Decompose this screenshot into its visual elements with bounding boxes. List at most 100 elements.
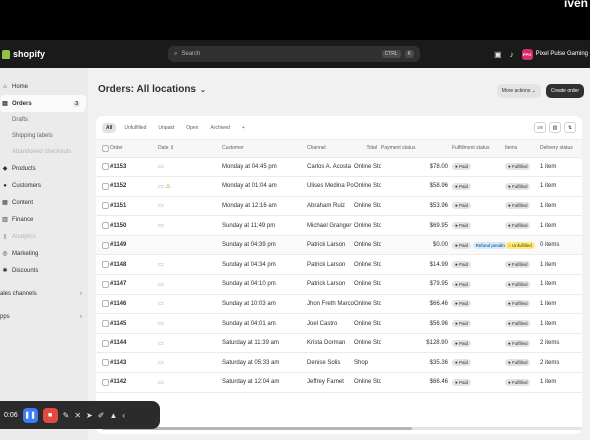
chevron-right-icon: › bbox=[80, 313, 82, 320]
search-filter-button[interactable]: ⌕≡ bbox=[534, 122, 546, 133]
table-row[interactable]: #1151 ▭ Monday at 12:16 am Abraham Ruiz Onli… bbox=[96, 196, 582, 217]
column-header-delivery[interactable]: Delivery status bbox=[540, 140, 582, 158]
sidebar-item-discounts[interactable]: ✱ Discounts bbox=[0, 262, 88, 279]
column-header-order[interactable]: Order bbox=[110, 140, 158, 158]
page-title-selector[interactable]: Orders: All locations ⌄ bbox=[98, 84, 206, 95]
cursor-icon[interactable]: ➤ bbox=[86, 411, 93, 420]
order-items[interactable]: 1 item bbox=[540, 372, 582, 393]
row-checkbox[interactable] bbox=[102, 182, 109, 190]
order-number[interactable]: #1143 bbox=[110, 352, 158, 374]
column-header-payment[interactable]: Payment status bbox=[381, 140, 452, 158]
row-checkbox[interactable] bbox=[102, 241, 109, 249]
order-number[interactable]: #1151 bbox=[110, 196, 158, 217]
order-number[interactable]: #1149 bbox=[110, 235, 158, 256]
order-number[interactable]: #1144 bbox=[110, 333, 158, 354]
column-header-fulfillment[interactable]: Fulfillment status bbox=[452, 140, 505, 158]
tab-unfulfilled[interactable]: Unfulfilled bbox=[120, 123, 150, 133]
tab-unpaid[interactable]: Unpaid bbox=[154, 123, 178, 133]
row-checkbox[interactable] bbox=[102, 280, 109, 288]
store-switcher[interactable]: PPG Pixel Pulse Gaming bbox=[521, 48, 588, 60]
table-row[interactable]: #1146 ▭ Sunday at 10:03 am Jhon Freth Marco… bbox=[96, 294, 582, 315]
order-items[interactable]: 1 item bbox=[540, 274, 582, 295]
row-checkbox[interactable] bbox=[102, 261, 109, 269]
table-row[interactable]: #1144 ▭ Saturday at 11:39 am Krista Dorman O… bbox=[96, 333, 582, 354]
pen-icon[interactable]: ✐ bbox=[98, 411, 105, 420]
table-row[interactable]: #1142 ▭ Saturday at 12:04 am Jeffrey Farnet… bbox=[96, 372, 582, 393]
column-header-channel[interactable]: Channel bbox=[307, 140, 354, 158]
order-items[interactable]: 1 item bbox=[540, 196, 582, 217]
order-number[interactable]: #1142 bbox=[110, 372, 158, 393]
table-row[interactable]: #1148 ▭ Sunday at 04:34 pm Patrick Larson On… bbox=[96, 254, 582, 276]
table-row[interactable]: #1149 Sunday at 04:39 pm Patrick Larson Onl… bbox=[96, 235, 582, 256]
order-items[interactable]: 1 item bbox=[540, 215, 582, 236]
row-checkbox[interactable] bbox=[102, 300, 109, 308]
row-checkbox[interactable] bbox=[102, 163, 109, 171]
order-number[interactable]: #1153 bbox=[110, 157, 158, 178]
sidebar-item-home[interactable]: ⌂ Home bbox=[0, 78, 88, 95]
order-items[interactable]: 0 items bbox=[540, 235, 582, 256]
horizontal-scrollbar[interactable] bbox=[102, 427, 582, 430]
order-items[interactable]: 2 items bbox=[540, 333, 582, 354]
order-number[interactable]: #1152 bbox=[110, 176, 158, 197]
more-actions-button[interactable]: More actions ⌄ bbox=[496, 84, 541, 98]
row-checkbox[interactable] bbox=[102, 202, 109, 210]
row-checkbox[interactable] bbox=[102, 339, 109, 347]
row-checkbox[interactable] bbox=[102, 320, 109, 327]
order-items[interactable]: 1 item bbox=[540, 294, 582, 315]
table-row[interactable]: #1147 ▭ Sunday at 04:10 pm Patrick Larson On… bbox=[96, 274, 582, 295]
row-checkbox[interactable] bbox=[102, 378, 109, 386]
camera-off-icon[interactable]: ✕ bbox=[74, 411, 81, 420]
column-header-total[interactable]: Total bbox=[354, 140, 381, 158]
order-number[interactable]: #1150 bbox=[110, 215, 158, 236]
column-header-date[interactable]: Date ⇕ bbox=[158, 140, 222, 158]
order-number[interactable]: #1145 bbox=[110, 313, 158, 334]
table-row[interactable]: #1152 ▭ ⚠ Monday at 01:04 am Ulises Medina … bbox=[96, 176, 582, 197]
order-items[interactable]: 1 item bbox=[540, 157, 582, 178]
bell-icon[interactable]: ♪ bbox=[510, 50, 514, 59]
shopify-logo[interactable]: shopify bbox=[2, 49, 168, 59]
stop-button[interactable]: ■ bbox=[42, 407, 58, 423]
sidebar-item-marketing[interactable]: ◎ Marketing bbox=[0, 245, 88, 262]
pause-button[interactable]: ❚❚ bbox=[22, 407, 38, 423]
columns-button[interactable]: ▥ bbox=[549, 122, 561, 133]
sidebar-item-drafts[interactable]: Drafts bbox=[0, 112, 88, 128]
tab-all[interactable]: All bbox=[102, 122, 117, 133]
search-input[interactable]: ⌕ Search CTRL K bbox=[168, 46, 420, 62]
sidebar-item-content[interactable]: ▦ Content bbox=[0, 194, 88, 211]
sidebar-item-customers[interactable]: ● Customers bbox=[0, 177, 88, 194]
sidebar-item-shipping-labels[interactable]: Shipping labels bbox=[0, 128, 88, 144]
order-number[interactable]: #1148 bbox=[110, 254, 158, 276]
mic-off-icon[interactable]: ✎ bbox=[63, 411, 70, 420]
sidebar-item-apps[interactable]: pps › bbox=[0, 308, 88, 325]
add-view-button[interactable]: + bbox=[238, 123, 249, 133]
column-header-customer[interactable]: Customer bbox=[222, 140, 307, 158]
sidebar-item-finance[interactable]: ▥ Finance bbox=[0, 211, 88, 228]
collapse-icon[interactable]: ‹ bbox=[122, 411, 125, 420]
clipboard-icon[interactable]: ▣ bbox=[494, 50, 502, 59]
row-checkbox[interactable] bbox=[102, 359, 109, 367]
table-row[interactable]: #1153 ▭ Monday at 04:45 pm Carlos A. Acosta… bbox=[96, 157, 582, 178]
column-header-items[interactable]: Items bbox=[505, 140, 540, 158]
create-order-button[interactable]: Create order bbox=[545, 84, 584, 98]
order-items[interactable]: 2 items bbox=[540, 352, 582, 374]
select-all-checkbox[interactable] bbox=[102, 144, 109, 152]
table-row[interactable]: #1150 ▭ Sunday at 11:49 pm Michael Granger O… bbox=[96, 215, 582, 236]
sidebar-item-sales-channels[interactable]: ales channels › bbox=[0, 285, 88, 302]
order-items[interactable]: 1 item bbox=[540, 313, 582, 334]
order-number[interactable]: #1147 bbox=[110, 274, 158, 295]
sidebar-item-orders[interactable]: ▤ Orders 3 bbox=[0, 95, 86, 112]
tab-archived[interactable]: Archived bbox=[206, 123, 233, 133]
row-checkbox[interactable] bbox=[102, 222, 109, 230]
sidebar-item-abandoned-checkouts[interactable]: Abandoned checkouts bbox=[0, 144, 88, 160]
highlighter-icon[interactable]: ▲ bbox=[109, 411, 117, 420]
sort-button[interactable]: ⇅ bbox=[564, 122, 576, 133]
table-row[interactable]: #1145 ▭ Sunday at 04:01 am Joel Castro Onlin… bbox=[96, 313, 582, 334]
order-items[interactable]: 1 item bbox=[540, 254, 582, 276]
table-row[interactable]: #1143 ▭ Saturday at 05:33 am Denise Solis Sh… bbox=[96, 352, 582, 374]
order-items[interactable]: 1 item bbox=[540, 176, 582, 197]
sidebar-item-products[interactable]: ◆ Products bbox=[0, 160, 88, 177]
tab-open[interactable]: Open bbox=[182, 123, 202, 133]
order-customer: Jhon Freth Marcos Grandez bbox=[307, 294, 354, 315]
order-number[interactable]: #1146 bbox=[110, 294, 158, 315]
sidebar-item-analytics[interactable]: ▮ Analytics bbox=[0, 228, 88, 245]
